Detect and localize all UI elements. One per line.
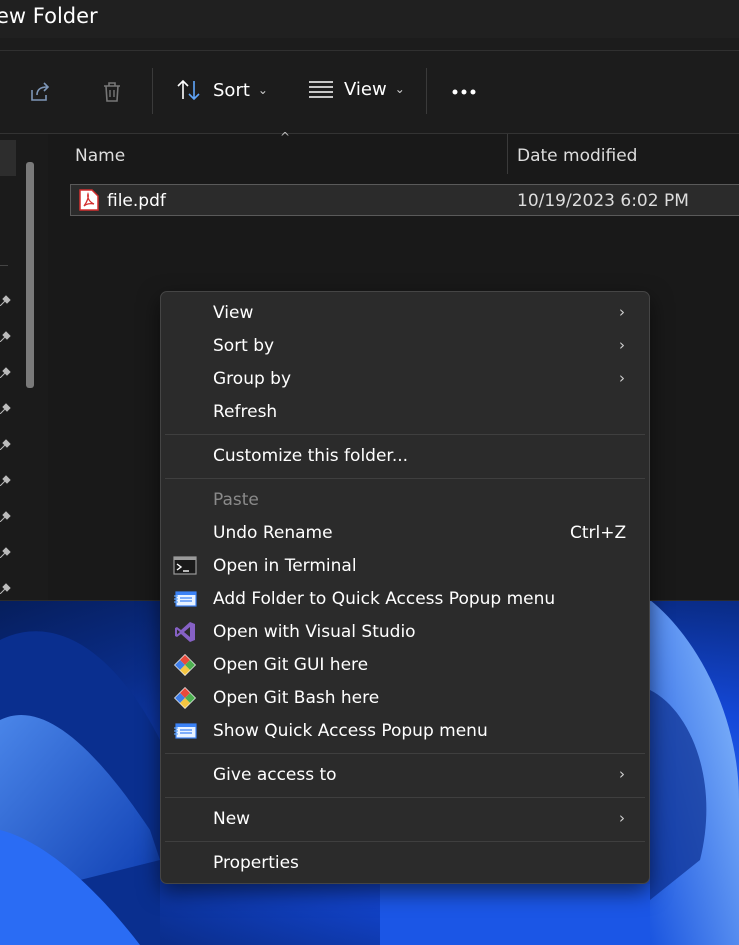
chevron-down-icon: ⌄	[257, 83, 268, 97]
chevron-right-icon: ›	[619, 336, 625, 354]
menu-item-open-visual-studio[interactable]: Open with Visual Studio	[161, 616, 649, 649]
menu-item-label: Open in Terminal	[213, 556, 357, 576]
chevron-right-icon: ›	[619, 809, 625, 827]
pin-icon	[0, 583, 11, 594]
menu-item-properties[interactable]: Properties	[161, 847, 649, 880]
menu-item-label: Paste	[213, 490, 259, 510]
column-header-date-modified[interactable]: Date modified	[517, 146, 637, 166]
view-button[interactable]: View ⌄	[308, 78, 405, 100]
visual-studio-icon	[175, 622, 195, 642]
nav-divider	[0, 265, 8, 266]
file-date-modified: 10/19/2023 6:02 PM	[517, 191, 689, 211]
menu-separator	[165, 841, 645, 842]
quick-access-popup-icon	[174, 723, 197, 739]
chevron-right-icon: ›	[619, 369, 625, 387]
file-row[interactable]: file.pdf 10/19/2023 6:02 PM	[70, 184, 739, 216]
pdf-icon	[79, 189, 99, 211]
column-separator[interactable]	[507, 134, 508, 174]
menu-item-label: Refresh	[213, 402, 278, 422]
tab-strip	[0, 38, 739, 51]
menu-item-open-in-terminal[interactable]: Open in Terminal	[161, 550, 649, 583]
menu-item-refresh[interactable]: Refresh	[161, 396, 649, 429]
terminal-icon	[173, 556, 197, 575]
view-list-icon	[309, 81, 333, 98]
menu-item-view[interactable]: View ›	[161, 297, 649, 330]
pin-icon	[0, 367, 11, 378]
menu-item-label: Add Folder to Quick Access Popup menu	[213, 589, 556, 609]
menu-separator	[165, 478, 645, 479]
menu-item-customize-folder[interactable]: Customize this folder...	[161, 440, 649, 473]
pin-icon	[0, 331, 11, 342]
pin-icon	[0, 475, 11, 486]
menu-separator	[165, 797, 645, 798]
menu-item-label: Sort by	[213, 336, 275, 356]
menu-item-label: Open Git GUI here	[213, 655, 369, 675]
menu-item-label: Give access to	[213, 765, 337, 785]
pin-icon	[0, 511, 11, 522]
menu-item-label: View	[213, 303, 254, 323]
pin-icon	[0, 547, 11, 558]
menu-item-label: Open with Visual Studio	[213, 622, 416, 642]
menu-item-label: Undo Rename	[213, 523, 333, 543]
column-header-row: ^ Name Date modified	[48, 130, 739, 178]
pin-icon	[0, 295, 11, 306]
menu-item-label: Show Quick Access Popup menu	[213, 721, 488, 741]
menu-item-paste: Paste	[161, 484, 649, 517]
sort-label: Sort	[213, 79, 250, 101]
command-bar: Sort ⌄ View ⌄	[0, 51, 739, 134]
menu-item-label: Open Git Bash here	[213, 688, 380, 708]
menu-item-label: Properties	[213, 853, 299, 873]
quick-access-popup-icon	[174, 591, 197, 607]
sort-icon	[177, 79, 200, 101]
menu-separator	[165, 434, 645, 435]
menu-item-label: Group by	[213, 369, 292, 389]
menu-item-sort-by[interactable]: Sort by ›	[161, 330, 649, 363]
sort-button[interactable]: Sort ⌄	[176, 78, 268, 102]
menu-item-open-git-gui[interactable]: Open Git GUI here	[161, 649, 649, 682]
menu-item-undo-rename[interactable]: Undo Rename Ctrl+Z	[161, 517, 649, 550]
share-icon[interactable]	[28, 80, 52, 104]
menu-item-give-access-to[interactable]: Give access to ›	[161, 759, 649, 792]
menu-item-open-git-bash[interactable]: Open Git Bash here	[161, 682, 649, 715]
menu-item-group-by[interactable]: Group by ›	[161, 363, 649, 396]
menu-item-label: Customize this folder...	[213, 446, 409, 466]
menu-separator	[165, 753, 645, 754]
toolbar-separator	[152, 68, 153, 114]
pin-icon	[0, 403, 11, 414]
menu-item-label: New	[213, 809, 251, 829]
column-header-name[interactable]: Name	[75, 146, 125, 166]
pin-icon	[0, 439, 11, 450]
context-menu: View › Sort by › Group by › Refresh Cust…	[160, 291, 650, 884]
menu-item-shortcut: Ctrl+Z	[570, 523, 627, 543]
menu-item-show-quick-access[interactable]: Show Quick Access Popup menu	[161, 715, 649, 748]
chevron-right-icon: ›	[619, 303, 625, 321]
toolbar-separator	[426, 68, 427, 114]
navigation-pane	[0, 134, 48, 600]
nav-scrollbar[interactable]	[26, 162, 34, 388]
sort-caret-icon: ^	[280, 130, 291, 144]
trash-icon[interactable]	[100, 80, 124, 104]
nav-selected-item[interactable]	[0, 140, 16, 176]
git-icon	[174, 687, 196, 709]
menu-item-new[interactable]: New ›	[161, 803, 649, 836]
more-icon[interactable]	[451, 80, 477, 104]
menu-item-add-folder-quick-access[interactable]: Add Folder to Quick Access Popup menu	[161, 583, 649, 616]
file-name: file.pdf	[107, 191, 166, 211]
view-label: View	[344, 78, 387, 100]
title-bar[interactable]: ew Folder	[0, 0, 739, 38]
window-title: ew Folder	[0, 4, 98, 28]
chevron-down-icon: ⌄	[394, 82, 405, 96]
chevron-right-icon: ›	[619, 765, 625, 783]
git-icon	[174, 654, 196, 676]
